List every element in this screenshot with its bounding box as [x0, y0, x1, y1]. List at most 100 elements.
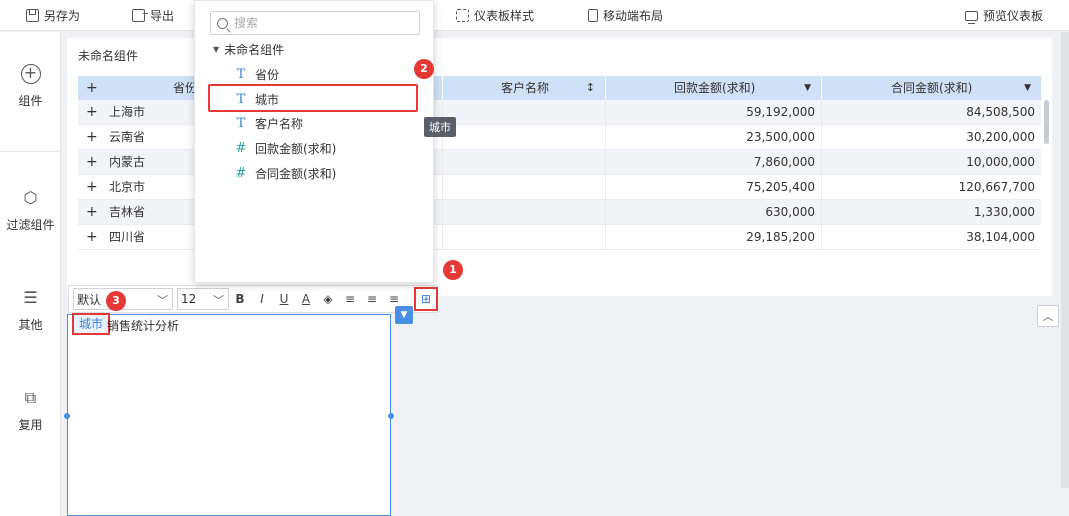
- resize-handle[interactable]: [64, 413, 70, 419]
- text-field-icon: T: [236, 115, 246, 131]
- reuse-label: 复用: [18, 418, 43, 432]
- left-panel-reuse[interactable]: ⧉ 复用: [0, 388, 61, 433]
- cell-contract: 84,508,500: [966, 105, 1035, 119]
- export-label: 导出: [150, 9, 175, 23]
- expand-all-icon[interactable]: +: [86, 76, 98, 100]
- sort-icon[interactable]: ↕: [586, 76, 595, 100]
- header-contract-label: 合同金额(求和): [891, 81, 973, 95]
- bold-button[interactable]: B: [229, 292, 251, 306]
- cell-payment: 75,205,400: [606, 175, 822, 200]
- font-size-select[interactable]: 12 ﹀: [177, 288, 229, 310]
- preview-dashboard-label: 预览仪表板: [983, 9, 1044, 23]
- inserted-field-tag[interactable]: 城市: [72, 313, 111, 335]
- header-contract[interactable]: 合同金额(求和) ▼: [822, 76, 1041, 100]
- components-label: 组件: [18, 94, 43, 108]
- header-payment-label: 回款金额(求和): [674, 81, 756, 95]
- widget-title: 未命名组件: [78, 49, 139, 63]
- cell-payment: 7,860,000: [606, 150, 822, 175]
- style-icon: [456, 9, 469, 22]
- mobile-layout-button[interactable]: 移动端布局: [588, 0, 663, 31]
- dashboard-style-label: 仪表板样式: [474, 9, 535, 23]
- header-payment[interactable]: 回款金额(求和) ▼: [606, 76, 822, 100]
- expand-row-icon[interactable]: +: [86, 125, 98, 150]
- expand-row-icon[interactable]: +: [86, 200, 98, 225]
- highlight-box: [208, 84, 418, 112]
- field-name: 客户名称: [255, 116, 304, 131]
- underline-button[interactable]: U: [273, 292, 295, 306]
- export-button[interactable]: 导出: [132, 0, 174, 31]
- chevron-down-icon: ﹀: [213, 294, 224, 307]
- cell-payment: 59,192,000: [606, 100, 822, 125]
- caret-down-icon: ▼: [213, 45, 220, 54]
- cell-customer: [443, 200, 606, 225]
- search-input[interactable]: [234, 16, 404, 30]
- filter-components-label: 过滤组件: [6, 218, 55, 232]
- left-panel: + 组件 ⬡ 过滤组件 ☰ 其他 ⧉ 复用: [0, 32, 61, 516]
- field-item[interactable]: # 合同金额(求和): [235, 161, 337, 185]
- mobile-layout-label: 移动端布局: [603, 9, 664, 23]
- expand-row-icon[interactable]: +: [86, 225, 98, 250]
- align-center-icon[interactable]: ≡: [361, 292, 383, 306]
- field-item[interactable]: T 客户名称: [235, 111, 303, 135]
- field-group[interactable]: ▼ 未命名组件: [213, 41, 284, 58]
- field-name: 省份: [255, 67, 280, 82]
- field-name: 回款金额(求和): [255, 141, 337, 156]
- cell-customer: [443, 175, 606, 200]
- dropdown-arrow-icon[interactable]: ▼: [804, 76, 811, 100]
- cell-customer: [443, 150, 606, 175]
- province-value: 北京市: [109, 180, 146, 194]
- fill-color-icon[interactable]: ◈: [317, 292, 339, 306]
- page-scrollbar[interactable]: [1061, 32, 1069, 488]
- expand-row-icon[interactable]: +: [86, 175, 98, 200]
- search-box[interactable]: [210, 11, 420, 35]
- dropdown-arrow-icon[interactable]: ▼: [1024, 76, 1031, 100]
- province-value: 吉林省: [109, 205, 146, 219]
- cell-customer: [443, 225, 606, 250]
- monitor-icon: [965, 10, 978, 24]
- field-dropdown: ▼ 未命名组件 T省份T城市T客户名称#回款金额(求和)#合同金额(求和): [194, 0, 434, 283]
- cube-icon: ⬡: [23, 188, 38, 207]
- cell-payment: 23,500,000: [606, 125, 822, 150]
- cell-contract: 1,330,000: [973, 205, 1035, 219]
- preview-dashboard-button[interactable]: 预览仪表板: [965, 0, 1043, 31]
- cell-contract: 120,667,700: [958, 180, 1035, 194]
- export-icon: [132, 9, 148, 22]
- field-name: 合同金额(求和): [255, 166, 337, 181]
- save-as-button[interactable]: 另存为: [26, 0, 80, 31]
- cell-payment: 29,185,200: [606, 225, 822, 250]
- align-right-icon[interactable]: ≡: [383, 292, 405, 306]
- mobile-icon: [588, 9, 598, 22]
- field-item[interactable]: # 回款金额(求和): [235, 136, 337, 160]
- font-family-value: 默认: [77, 292, 102, 307]
- expand-row-icon[interactable]: +: [86, 150, 98, 175]
- search-icon: [217, 17, 228, 29]
- page-up-button[interactable]: ︿: [1037, 305, 1059, 327]
- plus-circle-icon: +: [20, 64, 41, 84]
- cell-payment: 630,000: [606, 200, 822, 225]
- align-left-icon[interactable]: ≡: [339, 292, 361, 306]
- dashboard-style-button[interactable]: 仪表板样式: [456, 0, 534, 31]
- cell-contract: 10,000,000: [966, 155, 1035, 169]
- left-panel-filter-components[interactable]: ⬡ 过滤组件: [0, 188, 61, 233]
- text-content[interactable]: 销售统计分析: [107, 317, 179, 334]
- save-icon: [26, 9, 39, 22]
- province-value: 云南省: [109, 130, 146, 144]
- field-item[interactable]: T 省份: [235, 62, 279, 86]
- insert-field-button[interactable]: ⊞: [414, 287, 438, 311]
- left-panel-other[interactable]: ☰ 其他: [0, 288, 61, 333]
- italic-button[interactable]: I: [251, 292, 273, 306]
- expand-down-button[interactable]: ▼: [395, 306, 413, 324]
- list-icon: ☰: [23, 288, 38, 307]
- expand-row-icon[interactable]: +: [86, 100, 98, 125]
- text-field-icon: T: [236, 66, 246, 82]
- font-color-button[interactable]: A: [295, 292, 317, 306]
- cell-customer: [443, 100, 606, 125]
- resize-handle[interactable]: [388, 413, 394, 419]
- other-label: 其他: [18, 318, 43, 332]
- table-scrollbar[interactable]: [1044, 100, 1049, 144]
- insert-field-icon: ⊞: [420, 292, 432, 306]
- header-customer[interactable]: 客户名称 ↕: [443, 76, 606, 100]
- text-widget[interactable]: [67, 314, 391, 516]
- field-group-label: 未命名组件: [224, 43, 285, 57]
- left-panel-components[interactable]: + 组件: [0, 64, 61, 109]
